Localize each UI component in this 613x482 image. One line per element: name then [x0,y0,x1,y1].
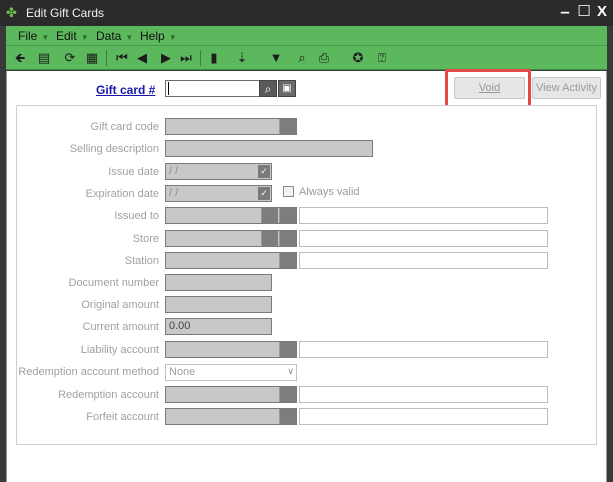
redemption-account-label: Redemption account [58,389,159,401]
menu-help[interactable]: Help ▼ [140,29,177,43]
first-record-icon[interactable]: ⏮ [114,50,130,66]
chevron-down-icon: ▼ [41,33,50,42]
menu-data[interactable]: Data ▼ [96,29,133,43]
title-bar: ✤ Edit Gift Cards – ☐ X [0,0,613,26]
document-number-label: Document number [68,277,160,289]
void-button[interactable]: Void [454,77,525,99]
selling-description-field[interactable] [165,140,373,157]
zoom-icon[interactable] [279,208,296,223]
sort-icon[interactable]: ⇣ [234,50,250,66]
gift-card-label: Gift card # [96,83,156,97]
lookup-icon[interactable] [279,253,296,268]
issued-to-field[interactable] [165,207,297,224]
lookup-icon[interactable] [279,119,296,134]
menu-edit-label: Edit [56,29,77,43]
chevron-down-icon: ∨ [287,366,294,376]
grid-icon[interactable]: ▦ [84,50,100,66]
minimize-button[interactable]: – [556,2,574,22]
chevron-down-icon: ▼ [80,33,89,42]
forfeit-account-field[interactable] [165,408,297,425]
close-button[interactable]: X [593,2,611,22]
gift-card-input[interactable] [165,80,260,97]
lookup-icon[interactable] [279,409,296,424]
view-activity-button[interactable]: View Activity [532,77,601,99]
help-icon[interactable]: ✪ [350,50,366,66]
redemption-account-method-value: None [169,366,196,378]
always-valid-label: Always valid [299,186,360,198]
menu-help-label: Help [140,29,165,43]
current-amount-field[interactable]: 0.00 [165,318,272,335]
station-label: Station [124,255,159,267]
expiration-date-value: / / [169,187,179,199]
app-logo-icon: ✤ [6,5,17,20]
current-amount-label: Current amount [82,321,159,333]
menu-file[interactable]: File ▼ [18,29,49,43]
always-valid-checkbox[interactable] [283,186,294,197]
toolbar-separator [106,50,107,66]
forfeit-account-label: Forfeit account [86,411,159,423]
menu-file-label: File [18,29,38,43]
refresh-icon[interactable]: ⟳ [62,50,78,66]
lookup-icon[interactable] [279,342,296,357]
redemption-account-description [299,386,548,403]
redemption-account-method-label: Redemption account method [18,366,159,378]
redemption-account-method-select[interactable]: None ∨ [165,364,297,381]
filter-icon[interactable]: ▼ [268,50,284,66]
issued-to-label: Issued to [114,210,159,222]
forfeit-account-description [299,408,548,425]
chart-icon[interactable]: ▮ [206,50,222,66]
menu-edit[interactable]: Edit ▼ [56,29,89,43]
menu-bar: File ▼ Edit ▼ Data ▼ Help ▼ [6,26,607,46]
calendar-icon[interactable]: ✓ [258,187,270,200]
toolbar: 🡸 ▤ ⟳ ▦ ⏮ ◀ ▶ ⏭ ▮ ⇣ ▼ ⌕ ⎙ ✪ ⍰ [6,46,607,70]
liability-account-field[interactable] [165,341,297,358]
toolbar-separator [200,50,201,66]
document-number-field[interactable] [165,274,272,291]
menu-data-label: Data [96,29,122,43]
print-icon[interactable]: ⎙ [316,50,332,66]
lookup-icon[interactable] [261,231,278,246]
back-arrow-icon[interactable]: 🡸 [12,50,28,66]
window-title: Edit Gift Cards [26,6,105,20]
gift-card-code-label: Gift card code [90,121,159,133]
calendar-icon[interactable]: ✓ [258,165,270,178]
chevron-down-icon: ▼ [168,33,177,42]
next-record-icon[interactable]: ▶ [158,50,174,66]
zoom-icon[interactable]: ▣ [278,80,296,97]
maximize-button[interactable]: ☐ [575,2,593,22]
store-label: Store [132,233,159,245]
expiration-date-label: Expiration date [85,188,159,200]
store-description [299,230,548,247]
expiration-date-field[interactable]: / / ✓ [165,185,272,202]
issued-to-description [299,207,548,224]
store-field[interactable] [165,230,297,247]
liability-account-label: Liability account [80,344,159,356]
issue-date-value: / / [169,165,179,177]
last-record-icon[interactable]: ⏭ [178,50,194,66]
station-description [299,252,548,269]
search-icon[interactable]: ⌕ [294,50,310,66]
issue-date-label: Issue date [108,166,159,178]
save-icon[interactable]: ▤ [36,50,52,66]
text-cursor [168,82,169,95]
about-icon[interactable]: ⍰ [374,50,390,66]
search-icon[interactable]: ⌕ [259,80,277,97]
issue-date-field[interactable]: / / ✓ [165,163,272,180]
lookup-icon[interactable] [261,208,278,223]
current-amount-value: 0.00 [169,320,191,332]
original-amount-field[interactable] [165,296,272,313]
chevron-down-icon: ▼ [125,33,134,42]
lookup-icon[interactable] [279,387,296,402]
previous-record-icon[interactable]: ◀ [134,50,150,66]
zoom-icon[interactable] [279,231,296,246]
gift-card-code-field[interactable] [165,118,297,135]
original-amount-label: Original amount [81,299,159,311]
station-field[interactable] [165,252,297,269]
selling-description-label: Selling description [69,143,159,155]
liability-account-description [299,341,548,358]
redemption-account-field[interactable] [165,386,297,403]
